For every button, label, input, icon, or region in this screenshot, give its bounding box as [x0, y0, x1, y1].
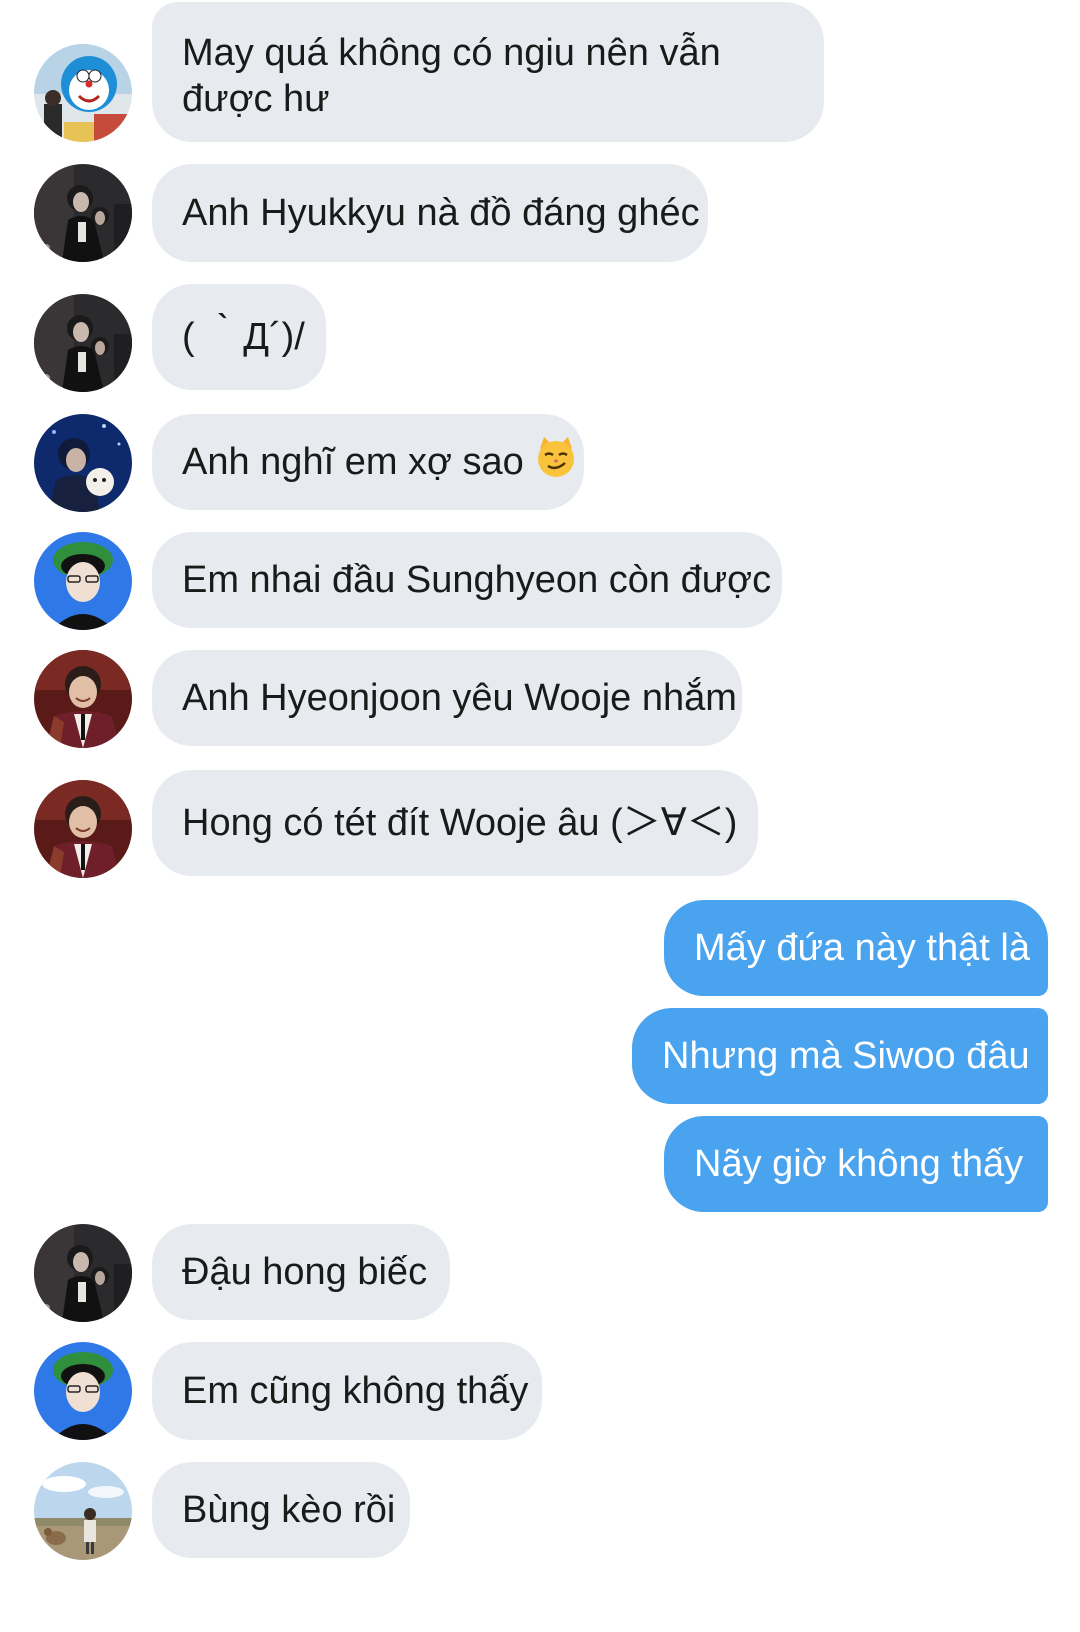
message-text: May quá không có ngiu nên vẫn được hư [182, 32, 721, 120]
message-text: Em nhai đầu Sunghyeon còn được [182, 559, 772, 601]
message-text: Anh Hyeonjoon yêu Wooje nhắm [182, 677, 737, 719]
message-text: Em cũng không thấy [182, 1370, 529, 1412]
message-bubble-incoming[interactable]: Anh Hyeonjoon yêu Wooje nhắm [152, 650, 742, 746]
message-text: Đậu hong biếc [182, 1251, 428, 1293]
message-bubble-incoming[interactable]: Đậu hong biếc [152, 1224, 450, 1320]
message-bubble-incoming[interactable]: Anh nghĩ em xợ sao [152, 414, 584, 510]
message-text: Nãy giờ không thấy [694, 1143, 1024, 1185]
avatar-dark-photo[interactable] [34, 164, 132, 262]
message-bubble-outgoing[interactable]: Mấy đứa này thật là [664, 900, 1048, 996]
message-text: Anh nghĩ em xợ sao [182, 441, 524, 483]
avatar-dark-photo[interactable] [34, 1224, 132, 1322]
avatar-blue-night-photo[interactable] [34, 414, 132, 512]
avatar-dark-photo[interactable] [34, 294, 132, 392]
message-bubble-incoming[interactable]: Hong có tét đít Wooje âu (＞∀＜) [152, 770, 758, 876]
message-text: Mấy đứa này thật là [694, 927, 1030, 969]
message-text: Nhưng mà Siwoo đâu [662, 1035, 1030, 1077]
smirking-cat-emoji [534, 435, 578, 490]
message-text: Hong có tét đít Wooje âu (＞∀＜) [182, 802, 738, 844]
message-bubble-incoming[interactable]: Bùng kèo rồi [152, 1462, 410, 1558]
message-bubble-incoming[interactable]: ( ｀Д´)/ [152, 284, 326, 390]
avatar-red-portrait-photo[interactable] [34, 780, 132, 878]
message-bubble-incoming[interactable]: Em nhai đầu Sunghyeon còn được [152, 532, 782, 628]
message-bubble-outgoing[interactable]: Nãy giờ không thấy [664, 1116, 1048, 1212]
message-bubble-incoming[interactable]: Em cũng không thấy [152, 1342, 542, 1440]
message-bubble-incoming[interactable]: May quá không có ngiu nên vẫn được hư [152, 2, 824, 142]
avatar-doraemon-photo[interactable] [34, 44, 132, 142]
chat-thread: May quá không có ngiu nên vẫn được hư An… [0, 0, 1080, 1632]
avatar-blue-green-cap-photo[interactable] [34, 1342, 132, 1440]
avatar-blue-green-cap-photo[interactable] [34, 532, 132, 630]
message-text: Bùng kèo rồi [182, 1489, 396, 1531]
message-text: Anh Hyukkyu nà đồ đáng ghéc [182, 192, 700, 234]
avatar-red-portrait-photo[interactable] [34, 650, 132, 748]
avatar-outdoor-field-photo[interactable] [34, 1462, 132, 1560]
message-text: ( ｀Д´)/ [182, 316, 305, 358]
message-bubble-outgoing[interactable]: Nhưng mà Siwoo đâu [632, 1008, 1048, 1104]
message-bubble-incoming[interactable]: Anh Hyukkyu nà đồ đáng ghéc [152, 164, 708, 262]
